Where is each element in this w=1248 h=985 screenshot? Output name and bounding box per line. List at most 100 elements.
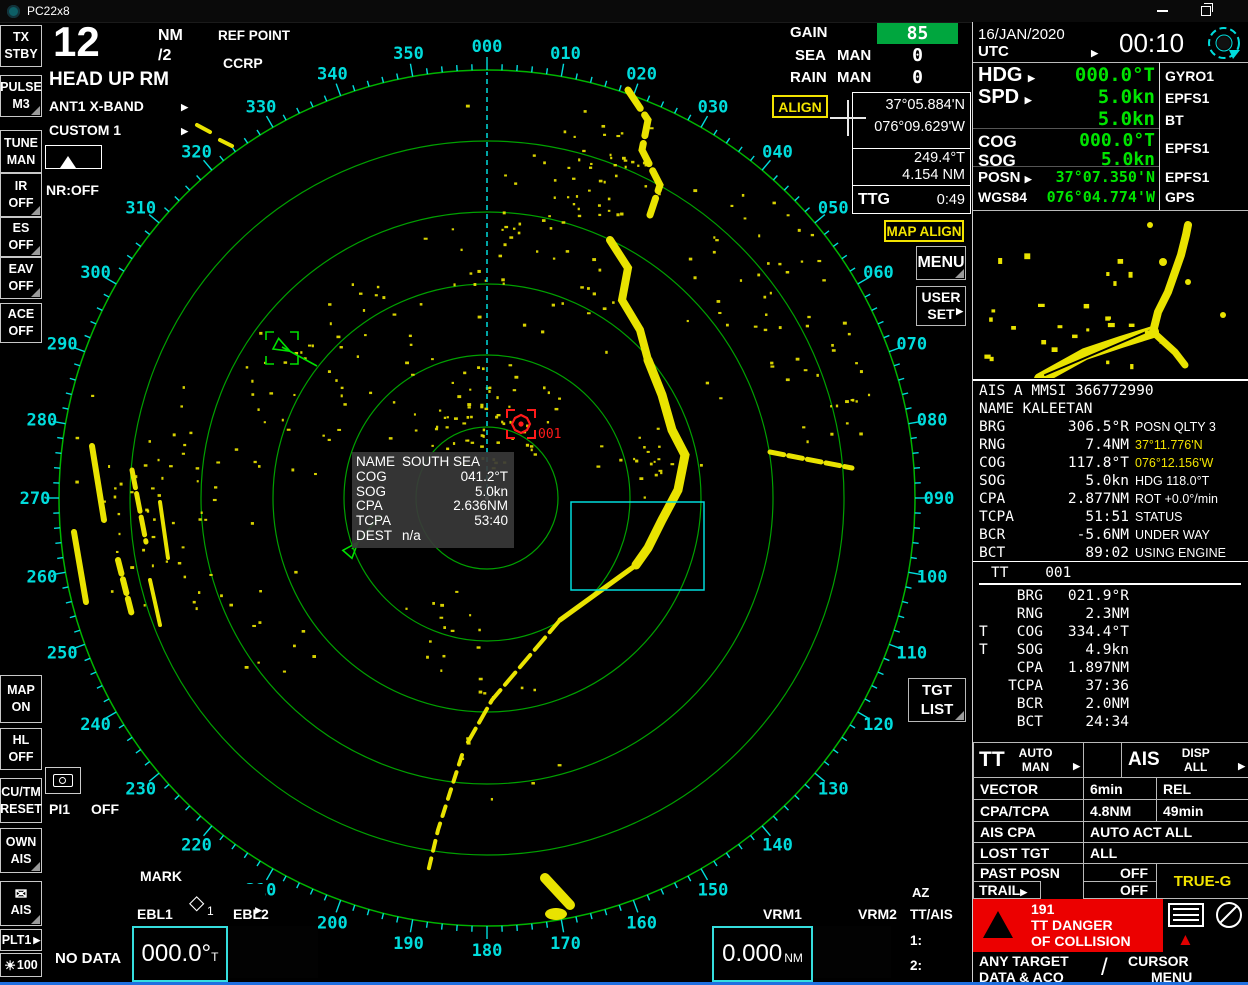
user-set-button[interactable]: USER SET bbox=[916, 286, 966, 326]
hdg-button[interactable]: HDG bbox=[978, 64, 1035, 87]
echo-speckle bbox=[796, 358, 800, 361]
tt-target-panel: TT 001 BRG 021.9°R RNG 2.3NM T COG 334.4… bbox=[973, 561, 1248, 742]
tgt-list-button[interactable]: TGT LIST bbox=[908, 678, 966, 722]
bearing-tick bbox=[127, 255, 132, 258]
sidebar-button-own[interactable]: OWN AIS bbox=[0, 828, 42, 873]
motion-mode[interactable]: HEAD UP RM bbox=[45, 68, 219, 92]
echo-speckle bbox=[715, 239, 719, 241]
preset-select[interactable]: CUSTOM 1 bbox=[45, 120, 192, 141]
tune-marker-icon bbox=[60, 156, 76, 168]
ebl2-readout[interactable] bbox=[228, 926, 318, 978]
hdg-source: GYRO1 bbox=[1165, 68, 1214, 84]
vector-mode[interactable]: REL bbox=[1156, 777, 1248, 800]
lost-tgt-value[interactable]: ALL bbox=[1083, 842, 1248, 864]
gain-value[interactable]: 85 bbox=[877, 23, 958, 44]
vrm1-readout[interactable]: 0.000 NM bbox=[712, 926, 813, 982]
echo-speckle bbox=[118, 513, 121, 515]
bearing-tick bbox=[97, 308, 102, 311]
trail-button[interactable]: TRAIL bbox=[973, 881, 1041, 899]
day-night-icon[interactable] bbox=[1205, 24, 1243, 62]
sidebar-button-ir[interactable]: IR OFF bbox=[0, 173, 42, 217]
ebl1-readout[interactable]: 000.0° T bbox=[132, 926, 228, 982]
any-target-button-line1[interactable]: ANY TARGET bbox=[979, 953, 1069, 969]
bearing-tick bbox=[714, 861, 717, 866]
sidebar-button-map[interactable]: MAP ON bbox=[0, 675, 42, 723]
echo-speckle bbox=[868, 394, 870, 396]
bearing-label: 220 bbox=[181, 835, 212, 855]
echo-speckle bbox=[429, 640, 432, 642]
vrm2-readout[interactable] bbox=[813, 926, 891, 978]
sidebar-button-cu-tm[interactable]: CU/TM RESET bbox=[0, 778, 42, 823]
echo-speckle bbox=[1129, 272, 1133, 278]
map-align-button[interactable]: MAP ALIGN bbox=[884, 220, 964, 242]
trail-mode[interactable]: TRUE-G bbox=[1156, 863, 1248, 899]
ais-disp-button[interactable]: AIS DISP ALL bbox=[1121, 742, 1248, 778]
bearing-label: 350 bbox=[393, 44, 424, 64]
trail-value[interactable]: OFF bbox=[1083, 881, 1157, 899]
tt-mode-button[interactable]: TT AUTO MAN bbox=[973, 742, 1084, 778]
ais-target-kaleetan[interactable] bbox=[266, 332, 317, 366]
antenna-select[interactable]: ANT1 X-BAND bbox=[45, 96, 192, 117]
tcpa-limit[interactable]: 49min bbox=[1156, 799, 1248, 822]
zoom-window-rect[interactable] bbox=[571, 502, 704, 590]
az-ttais-button[interactable]: TT/AIS bbox=[906, 903, 972, 926]
range-panel[interactable]: 12 NM /2 bbox=[45, 24, 215, 66]
spd-button[interactable]: SPD bbox=[978, 86, 1032, 109]
sidebar-button-ais-message[interactable]: ✉ AIS bbox=[0, 881, 42, 926]
menu-button[interactable]: MENU bbox=[916, 246, 966, 280]
echo-speckle bbox=[658, 470, 662, 472]
rain-mode-button[interactable]: MAN bbox=[837, 69, 871, 86]
echo-speckle bbox=[389, 437, 393, 439]
cursor-menu-button-line1[interactable]: CURSOR bbox=[1128, 953, 1189, 969]
alarm-mute-button[interactable] bbox=[1208, 899, 1248, 930]
ais-panel-header: AIS A MMSI 366772990 bbox=[979, 382, 1248, 400]
tt-data-row: T SOG 4.9kn bbox=[979, 641, 1248, 659]
echo-speckle bbox=[352, 283, 354, 286]
sidebar-button-brilliance[interactable]: ☀ 100 bbox=[0, 953, 42, 977]
echo-speckle bbox=[1058, 325, 1063, 328]
echo-speckle bbox=[478, 316, 482, 319]
sidebar-button-tx[interactable]: TX STBY bbox=[0, 25, 42, 67]
restore-button[interactable] bbox=[1196, 3, 1216, 19]
cursor-lat: 37°05.884'N bbox=[853, 93, 970, 113]
tt-target-001[interactable]: 001 bbox=[507, 410, 561, 442]
echo-speckle bbox=[550, 227, 553, 230]
alarm-box[interactable]: 191 TT DANGER OF COLLISION bbox=[973, 899, 1163, 952]
sidebar-button-tune[interactable]: TUNE MAN bbox=[0, 130, 42, 173]
bearing-label: 240 bbox=[80, 715, 111, 735]
sidebar-button-hl[interactable]: HL OFF bbox=[0, 728, 42, 770]
timezone-select[interactable]: UTC bbox=[978, 43, 1098, 60]
echo-speckle bbox=[169, 465, 173, 467]
pi1-button[interactable]: PI1OFF bbox=[45, 798, 123, 821]
capture-button[interactable] bbox=[45, 767, 81, 794]
bearing-label: 060 bbox=[863, 263, 894, 283]
bearing-tick bbox=[164, 784, 168, 788]
az-zone2-button[interactable]: 2: bbox=[906, 955, 972, 976]
sea-mode-button[interactable]: MAN bbox=[837, 47, 871, 64]
bearing-tick bbox=[382, 77, 383, 83]
echo-speckle bbox=[252, 625, 256, 627]
sidebar-button-plt1[interactable]: PLT1 bbox=[0, 929, 42, 951]
echo-speckle bbox=[335, 379, 337, 382]
echo-speckle bbox=[1130, 364, 1133, 369]
sidebar-button-es[interactable]: ES OFF bbox=[0, 217, 42, 257]
sidebar-button-pulse[interactable]: PULSE M3 bbox=[0, 75, 42, 117]
alarm-list-button[interactable] bbox=[1165, 899, 1207, 930]
alarm-ack-button[interactable]: ▲ bbox=[1165, 931, 1248, 952]
vector-time[interactable]: 6min bbox=[1083, 777, 1157, 800]
echo-speckle bbox=[758, 234, 760, 237]
echo-speckle bbox=[114, 487, 116, 489]
bearing-tick bbox=[850, 268, 855, 271]
minimize-button[interactable] bbox=[1152, 3, 1172, 19]
past-posn-value[interactable]: OFF bbox=[1083, 863, 1157, 882]
posn-button[interactable]: POSN bbox=[978, 169, 1032, 186]
az-zone1-button[interactable]: 1: bbox=[906, 930, 972, 951]
ais-cpa-value[interactable]: AUTO ACT ALL bbox=[1083, 821, 1248, 843]
ccrp-button[interactable]: CCRP bbox=[218, 50, 280, 77]
ais-target-panel: AIS A MMSI 366772990 NAME KALEETAN BRG30… bbox=[973, 379, 1248, 561]
sidebar-button-eav[interactable]: EAV OFF bbox=[0, 257, 42, 299]
sidebar-button-ace[interactable]: ACE OFF bbox=[0, 303, 42, 343]
echo-speckle bbox=[599, 180, 603, 183]
cpa-limit[interactable]: 4.8NM bbox=[1083, 799, 1157, 822]
align-button[interactable]: ALIGN bbox=[772, 95, 828, 118]
